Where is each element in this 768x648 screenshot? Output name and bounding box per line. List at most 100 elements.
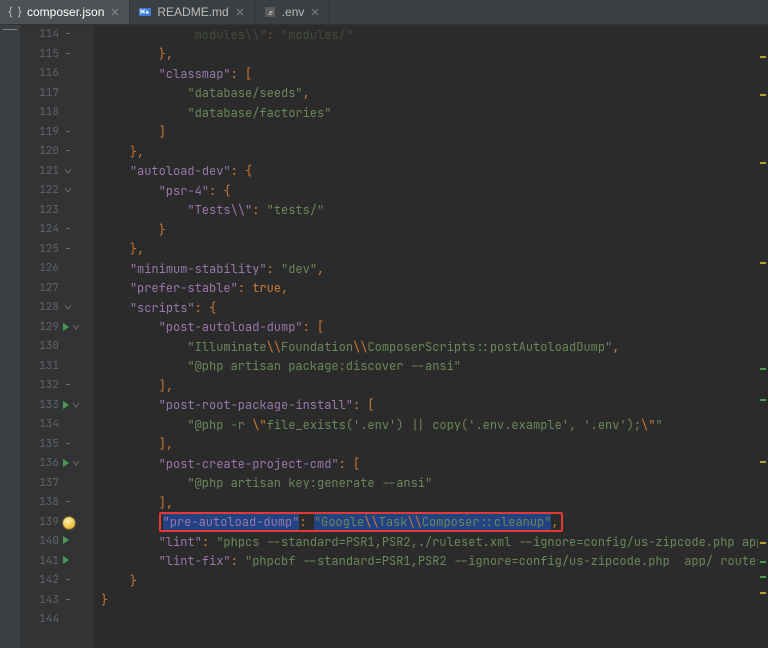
code-line[interactable]: } <box>93 571 758 591</box>
editor-tab[interactable]: README.md <box>130 0 254 24</box>
editor-tab[interactable]: .e.env <box>255 0 331 24</box>
gutter-marks <box>63 302 91 312</box>
close-icon[interactable] <box>309 6 321 18</box>
scrollbar-error-stripe[interactable] <box>760 561 766 563</box>
line-number: 116 <box>21 64 59 84</box>
editor-tab[interactable]: composer.json <box>0 0 130 24</box>
code-text: }, <box>93 241 144 257</box>
line-number: 142 <box>21 571 59 591</box>
run-gutter-icon[interactable] <box>63 459 69 467</box>
code-line[interactable]: ] <box>93 123 758 143</box>
scrollbar-error-stripe[interactable] <box>760 576 766 578</box>
fold-leaf-icon[interactable] <box>63 29 73 39</box>
scrollbar-error-stripe[interactable] <box>760 461 766 463</box>
code-line[interactable]: "database/seeds", <box>93 84 758 104</box>
gutter-marks <box>63 556 91 564</box>
line-number: 121 <box>21 162 59 182</box>
line-number: 136 <box>21 454 59 474</box>
intention-bulb-icon[interactable] <box>63 517 75 529</box>
fold-leaf-icon[interactable] <box>63 380 73 390</box>
left-tool-strip[interactable] <box>0 25 21 648</box>
vertical-scrollbar[interactable] <box>758 25 768 648</box>
scrollbar-error-stripe[interactable] <box>760 94 766 96</box>
scrollbar-error-stripe[interactable] <box>760 592 766 594</box>
code-line[interactable]: modules\\": "modules/" <box>93 25 758 45</box>
fold-leaf-icon[interactable] <box>63 146 73 156</box>
gutter-marks <box>63 536 91 544</box>
code-line[interactable]: "@php artisan key:generate --ansi" <box>93 474 758 494</box>
code-line[interactable]: "lint-fix": "phpcbf --standard=PSR1,PSR2… <box>93 552 758 572</box>
line-number: 128 <box>21 298 59 318</box>
code-line[interactable]: }, <box>93 45 758 65</box>
line-number: 131 <box>21 357 59 377</box>
line-number: 115 <box>21 45 59 65</box>
scrollbar-error-stripe[interactable] <box>760 162 766 164</box>
scrollbar-error-stripe[interactable] <box>760 399 766 401</box>
fold-open-icon[interactable] <box>63 166 73 176</box>
code-line[interactable]: "Tests\\": "tests/" <box>93 201 758 221</box>
code-line[interactable]: "post-autoload-dump": [ <box>93 318 758 338</box>
fold-leaf-icon[interactable] <box>63 595 73 605</box>
close-icon[interactable] <box>234 6 246 18</box>
code-line[interactable]: "minimum-stability": "dev", <box>93 259 758 279</box>
code-line[interactable]: }, <box>93 240 758 260</box>
code-text: "lint": "phpcs --standard=PSR1,PSR2,./ru… <box>93 534 768 550</box>
code-line[interactable]: "psr-4": { <box>93 181 758 201</box>
line-number: 120 <box>21 142 59 162</box>
gutter-marks <box>63 49 91 59</box>
fold-leaf-icon[interactable] <box>63 127 73 137</box>
code-line[interactable]: ], <box>93 435 758 455</box>
code-line[interactable]: "@php -r \"file_exists('.env') || copy('… <box>93 415 758 435</box>
gutter[interactable]: 1141151161171181191201211221231241251261… <box>21 25 94 648</box>
code-line[interactable]: "prefer-stable": true, <box>93 279 758 299</box>
fold-leaf-icon[interactable] <box>63 439 73 449</box>
fold-open-icon[interactable] <box>71 400 81 410</box>
run-gutter-icon[interactable] <box>63 536 69 544</box>
code-line[interactable]: "lint": "phpcs --standard=PSR1,PSR2,./ru… <box>93 532 758 552</box>
fold-leaf-icon[interactable] <box>63 575 73 585</box>
line-number: 140 <box>21 532 59 552</box>
code-text: ], <box>93 378 173 394</box>
fold-leaf-icon[interactable] <box>63 49 73 59</box>
code-line[interactable]: } <box>93 220 758 240</box>
code-text: "post-autoload-dump": [ <box>93 319 324 335</box>
fold-open-icon[interactable] <box>63 302 73 312</box>
gutter-marks <box>63 29 91 39</box>
gutter-marks <box>63 595 91 605</box>
code-line[interactable]: "scripts": { <box>93 298 758 318</box>
run-gutter-icon[interactable] <box>63 401 69 409</box>
code-line[interactable] <box>93 610 758 630</box>
scrollbar-error-stripe[interactable] <box>760 262 766 264</box>
fold-leaf-icon[interactable] <box>63 497 73 507</box>
md-icon <box>138 5 152 19</box>
fold-open-icon[interactable] <box>71 322 81 332</box>
code-line[interactable]: "post-create-project-cmd": [ <box>93 454 758 474</box>
scrollbar-error-stripe[interactable] <box>760 542 766 544</box>
fold-open-icon[interactable] <box>63 185 73 195</box>
fold-open-icon[interactable] <box>71 458 81 468</box>
code-line[interactable]: "pre-autoload-dump": "Google\\Task\\Comp… <box>93 513 758 533</box>
code-line[interactable]: ], <box>93 493 758 513</box>
run-gutter-icon[interactable] <box>63 556 69 564</box>
code-text: "Tests\\": "tests/" <box>93 202 324 218</box>
code-line[interactable]: } <box>93 591 758 611</box>
fold-leaf-icon[interactable] <box>63 244 73 254</box>
code-text: ] <box>93 124 166 140</box>
code-line[interactable]: "Illuminate\\Foundation\\ComposerScripts… <box>93 337 758 357</box>
line-number: 133 <box>21 396 59 416</box>
scrollbar-error-stripe[interactable] <box>760 56 766 58</box>
line-number: 124 <box>21 220 59 240</box>
code-line[interactable]: "post-root-package-install": [ <box>93 396 758 416</box>
fold-leaf-icon[interactable] <box>63 224 73 234</box>
code-editor[interactable]: 1141151161171181191201211221231241251261… <box>21 25 768 648</box>
code-text: ], <box>93 436 173 452</box>
code-line[interactable]: "classmap": [ <box>93 64 758 84</box>
scrollbar-error-stripe[interactable] <box>760 368 766 370</box>
run-gutter-icon[interactable] <box>63 323 69 331</box>
code-line[interactable]: "autoload-dev": { <box>93 162 758 182</box>
close-icon[interactable] <box>109 6 121 18</box>
code-line[interactable]: ], <box>93 376 758 396</box>
code-line[interactable]: }, <box>93 142 758 162</box>
code-line[interactable]: "database/factories" <box>93 103 758 123</box>
code-line[interactable]: "@php artisan package:discover --ansi" <box>93 357 758 377</box>
